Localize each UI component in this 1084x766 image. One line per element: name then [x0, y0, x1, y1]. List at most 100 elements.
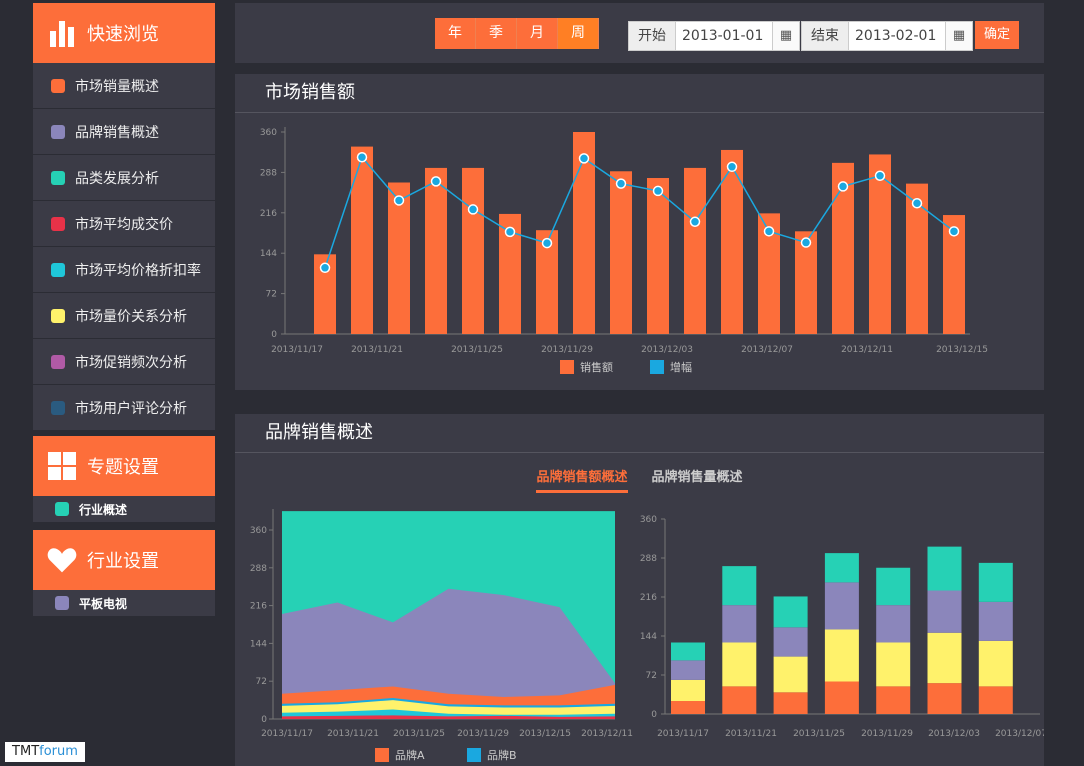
sidebar-item-2[interactable]: 品类发展分析 [33, 155, 215, 201]
sidebar-item-label: 市场量价关系分析 [75, 308, 187, 325]
period-month[interactable]: 月 [517, 18, 558, 49]
stacked-bar-segment [978, 686, 1013, 714]
line-point [393, 195, 405, 206]
start-date-input[interactable]: 2013-01-01 [676, 22, 772, 50]
y-tick-label: 288 [260, 168, 277, 178]
industry-sub-label: 平板电视 [79, 596, 128, 611]
x-tick-label: 2013/11/29 [861, 729, 913, 739]
quick-browse-header[interactable]: 快速浏览 [33, 3, 215, 63]
stacked-bar-segment [824, 553, 859, 583]
stacked-bar-segment [978, 640, 1013, 687]
sidebar-item-label: 市场平均成交价 [75, 216, 173, 233]
y-tick-label: 144 [260, 249, 277, 259]
sidebar: 快速浏览 市场销量概述 品牌销售概述 品类发展分析 市场平均成交价 市场平均价格折扣率市… [33, 3, 215, 616]
stacked-bar-segment [671, 679, 705, 701]
sidebar-item-3[interactable]: 市场平均成交价 [33, 201, 215, 247]
line-point [504, 226, 516, 238]
industry-sub-item[interactable]: 平板电视 [33, 590, 215, 616]
y-tick-label: 144 [250, 639, 267, 649]
x-tick-label: 2013/11/25 [451, 345, 503, 355]
legend-swatch [560, 360, 574, 374]
period-selector: 年 季 月 周 [435, 18, 599, 49]
color-swatch [55, 502, 69, 516]
heart-icon [47, 545, 77, 575]
end-date-label: 结束 [802, 22, 849, 50]
x-tick-label: 2013/11/21 [725, 729, 777, 739]
stacked-bar-segment [722, 566, 757, 606]
calendar-icon[interactable]: ▦ [772, 22, 799, 50]
line-point [319, 262, 331, 274]
line-point [430, 176, 442, 187]
sidebar-item-label: 品牌销售概述 [75, 124, 159, 141]
color-swatch [51, 78, 65, 93]
stacked-bar-segment [876, 686, 911, 714]
legend-label: 增幅 [670, 360, 692, 374]
sidebar-item-6[interactable]: 市场促销频次分析 [33, 339, 215, 385]
line-point [763, 226, 775, 237]
period-year[interactable]: 年 [435, 18, 476, 49]
sidebar-item-5[interactable]: 市场量价关系分析 [33, 293, 215, 339]
stacked-bar-segment [978, 562, 1013, 602]
y-tick-label: 360 [250, 526, 267, 536]
stacked-bar-segment [722, 642, 757, 687]
topic-sub-label: 行业概述 [79, 502, 128, 517]
bar [462, 167, 484, 334]
stacked-bar-segment [824, 582, 859, 630]
y-tick-label: 360 [640, 515, 657, 525]
line-point [726, 161, 738, 173]
x-tick-label: 2013/11/17 [657, 729, 709, 739]
line-point [911, 198, 923, 209]
sidebar-item-0[interactable]: 市场销量概述 [33, 63, 215, 109]
y-tick-label: 72 [646, 671, 657, 681]
stacked-bar-segment [722, 605, 757, 643]
legend-swatch [650, 360, 664, 374]
x-tick-label: 2013/11/17 [261, 729, 313, 739]
x-tick-label: 2013/11/29 [541, 345, 593, 355]
sidebar-item-7[interactable]: 市场用户评论分析 [33, 385, 215, 431]
end-date-input[interactable]: 2013-02-01 [849, 22, 945, 50]
topic-settings-header[interactable]: 专题设置 [33, 436, 215, 496]
line-point [615, 178, 627, 189]
calendar-icon[interactable]: ▦ [945, 22, 972, 50]
period-week[interactable]: 周 [558, 18, 599, 49]
x-tick-label: 2013/11/21 [351, 345, 403, 355]
stacked-bar-segment [773, 656, 808, 693]
stacked-bar-segment [773, 627, 808, 657]
line-point [837, 181, 849, 192]
sidebar-item-4[interactable]: 市场平均价格折扣率 [33, 247, 215, 293]
brand-tabs: 品牌销售额概述 品牌销售量概述 [235, 466, 1044, 493]
tab-brand-sales-amount[interactable]: 品牌销售额概述 [536, 466, 628, 493]
stacked-bar-segment [876, 642, 911, 687]
watermark-logo: TMTforum [5, 742, 85, 762]
brand-stacked-bar-chart: 0 72 144 216 288 360 2013/11/17 2013/11/21 2013/… [640, 515, 1044, 739]
sidebar-item-1[interactable]: 品牌销售概述 [33, 109, 215, 155]
color-swatch [51, 262, 65, 277]
y-tick-label: 360 [260, 128, 277, 138]
end-date-field[interactable]: 结束 2013-02-01 ▦ [801, 21, 973, 51]
start-date-field[interactable]: 开始 2013-01-01 ▦ [628, 21, 800, 51]
stacked-bar-segment [927, 546, 962, 591]
stacked-bar-segment [824, 629, 859, 682]
color-swatch [51, 170, 65, 185]
sidebar-item-label: 市场销量概述 [75, 78, 159, 95]
industry-settings-header[interactable]: 行业设置 [33, 530, 215, 590]
y-tick-label: 288 [640, 554, 657, 564]
market-sales-panel: 市场销售额 0 72 144 216 288 360 2013/11/17 2013/11/2… [235, 74, 1044, 390]
y-tick-label: 216 [260, 209, 277, 219]
stacked-bar-segment [773, 692, 808, 714]
topic-settings-label: 专题设置 [87, 457, 159, 478]
bar [610, 171, 632, 334]
legend-label: 销售额 [580, 360, 613, 374]
y-tick-label: 216 [250, 602, 267, 612]
tab-brand-sales-volume[interactable]: 品牌销售量概述 [652, 466, 743, 493]
topic-sub-item[interactable]: 行业概述 [33, 496, 215, 522]
sidebar-item-label: 市场平均价格折扣率 [75, 262, 201, 279]
stacked-bar-segment [978, 601, 1013, 641]
y-tick-label: 216 [640, 593, 657, 603]
y-tick-label: 144 [640, 632, 657, 642]
x-tick-label: 2013/11/21 [327, 729, 379, 739]
period-quarter[interactable]: 季 [476, 18, 517, 49]
confirm-button[interactable]: 确定 [975, 21, 1019, 49]
color-swatch [51, 400, 65, 415]
stacked-bar-segment [722, 686, 757, 714]
